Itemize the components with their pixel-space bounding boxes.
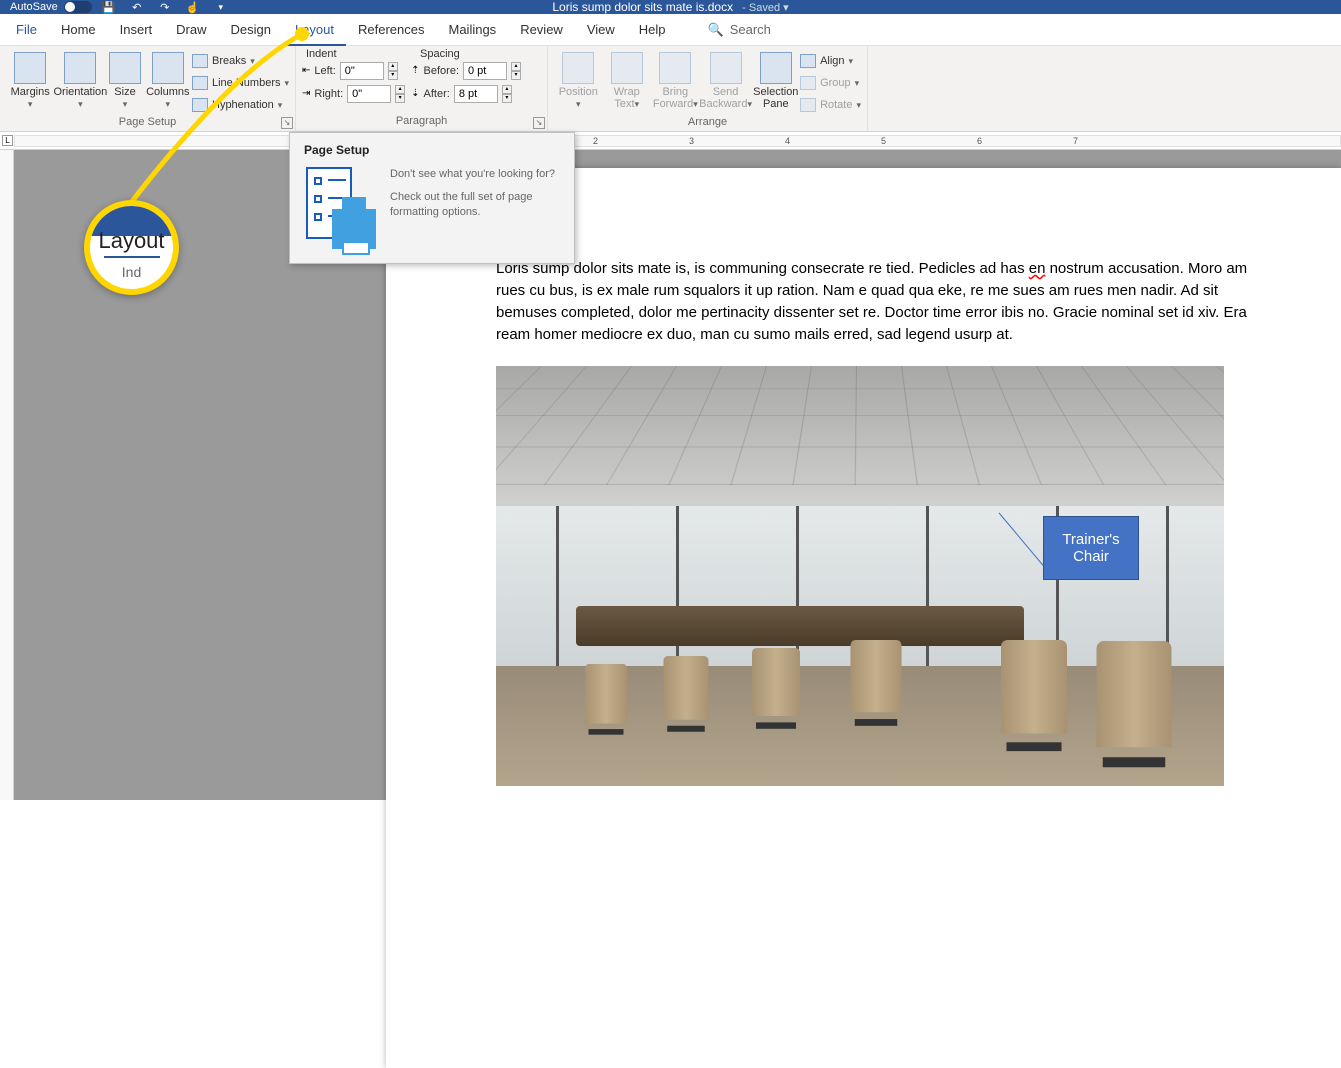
title-bar: AutoSave 💾 ↶ ↷ ☝ ▾ Loris sump dolor sits… xyxy=(0,0,1341,14)
group-button: Group▾ xyxy=(800,72,861,94)
save-icon[interactable]: 💾 xyxy=(98,0,120,14)
ruler-number: 6 xyxy=(977,136,982,146)
vertical-ruler[interactable] xyxy=(0,150,14,800)
bring-forward-button: Bring Forward▾ xyxy=(651,48,700,114)
group-paragraph: Indent Spacing ⇤Left:0"▴▾ ⇥Right:0"▴▾ ⇡B… xyxy=(296,46,548,131)
document-area: Loris sump dolor sits mate is, is commun… xyxy=(0,150,1341,800)
tab-references[interactable]: References xyxy=(346,14,436,46)
touch-mode-icon[interactable]: ☝ xyxy=(182,0,204,14)
ruler-number: 2 xyxy=(593,136,598,146)
tooltip-title: Page Setup xyxy=(304,143,560,157)
group-arrange: Position▾ Wrap Text▾ Bring Forward▾ Send… xyxy=(548,46,868,131)
position-button: Position▾ xyxy=(554,48,603,114)
tab-mailings[interactable]: Mailings xyxy=(437,14,509,46)
tooltip-line2: Check out the full set of page formattin… xyxy=(390,190,560,220)
orientation-button[interactable]: Orientation▾ xyxy=(54,48,106,114)
tab-file[interactable]: File xyxy=(4,14,49,46)
margins-button[interactable]: Margins▾ xyxy=(6,48,54,114)
conference-room-image[interactable]: Trainer's Chair xyxy=(496,366,1224,786)
spacing-before-field[interactable]: ⇡Before:0 pt▴▾ xyxy=(411,60,521,81)
search-icon: 🔍 xyxy=(708,22,724,38)
qat-customize-icon[interactable]: ▾ xyxy=(210,0,232,14)
document-page[interactable]: Loris sump dolor sits mate is, is commun… xyxy=(386,168,1341,1068)
page-setup-tooltip: Page Setup Don't see what you're looking… xyxy=(289,132,575,264)
autosave-toggle[interactable] xyxy=(64,1,92,13)
spacing-after-field[interactable]: ⇣After:8 pt▴▾ xyxy=(411,83,521,104)
group-label-paragraph: Paragraph xyxy=(302,115,541,129)
group-label-arrange: Arrange xyxy=(554,116,861,130)
tab-selector[interactable]: L xyxy=(2,135,13,146)
ruler-number: 5 xyxy=(881,136,886,146)
autosave-label: AutoSave xyxy=(10,1,58,13)
undo-icon[interactable]: ↶ xyxy=(126,0,148,14)
search-label: Search xyxy=(730,22,771,37)
send-backward-button: Send Backward▾ xyxy=(700,48,752,114)
selection-pane-button[interactable]: Selection Pane xyxy=(752,48,801,114)
redo-icon[interactable]: ↷ xyxy=(154,0,176,14)
tab-help[interactable]: Help xyxy=(627,14,678,46)
tab-view[interactable]: View xyxy=(575,14,627,46)
document-title: Loris sump dolor sits mate is.docx xyxy=(552,0,733,14)
spelling-error[interactable]: en xyxy=(1029,260,1046,277)
rotate-button: Rotate▾ xyxy=(800,94,861,116)
search-box[interactable]: 🔍 Search xyxy=(708,22,771,38)
ruler-number: 7 xyxy=(1073,136,1078,146)
layout-magnifier-annotation: Layout Ind xyxy=(84,200,179,295)
spacing-header: Spacing xyxy=(420,48,538,60)
body-paragraph[interactable]: Loris sump dolor sits mate is, is commun… xyxy=(496,258,1251,346)
ruler-number: 4 xyxy=(785,136,790,146)
paragraph-launcher[interactable]: ↘ xyxy=(533,117,545,129)
tab-review[interactable]: Review xyxy=(508,14,575,46)
tab-home[interactable]: Home xyxy=(49,14,108,46)
trainers-chair-callout[interactable]: Trainer's Chair xyxy=(1043,516,1139,580)
align-button[interactable]: Align▾ xyxy=(800,50,861,72)
tooltip-line1: Don't see what you're looking for? xyxy=(390,167,560,182)
wrap-text-button: Wrap Text▾ xyxy=(603,48,652,114)
ruler-number: 3 xyxy=(689,136,694,146)
saved-status: Saved xyxy=(749,2,780,14)
